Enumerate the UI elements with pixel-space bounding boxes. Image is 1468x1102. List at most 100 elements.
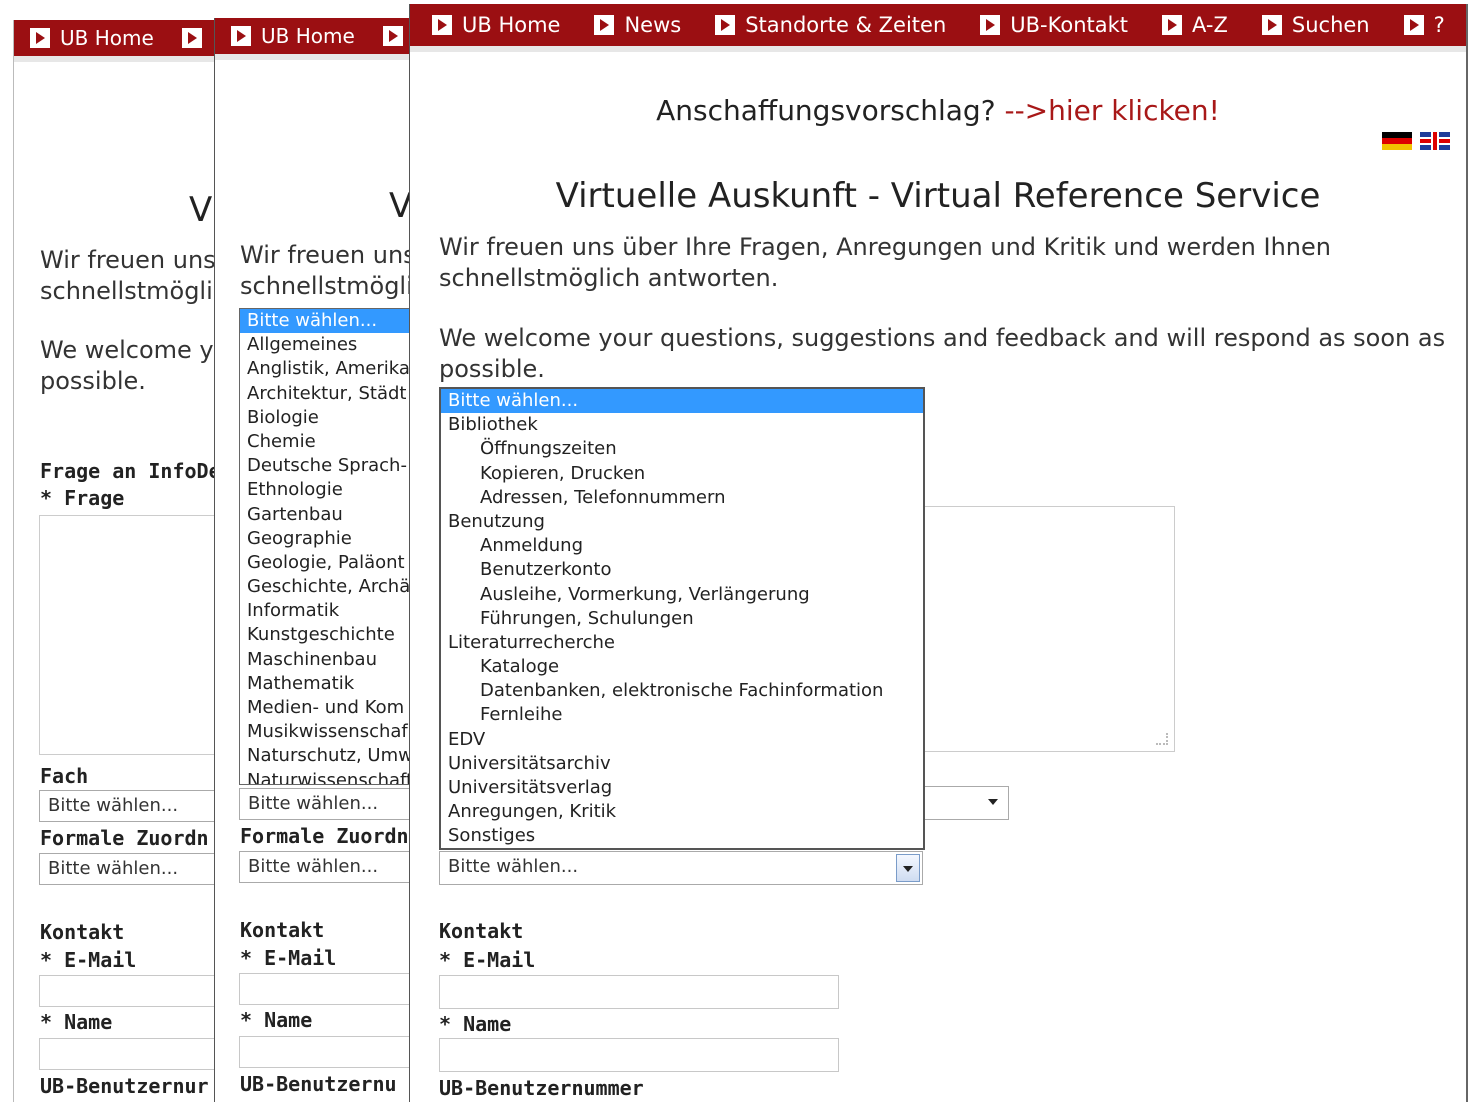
subject-option[interactable]: Kunstgeschichte xyxy=(240,623,412,647)
subject-option[interactable]: Mathematik xyxy=(240,672,412,696)
nav-news[interactable]: News xyxy=(572,4,693,46)
subject-option[interactable]: Geologie, Paläont xyxy=(240,551,412,575)
category-option[interactable]: Bibliothek xyxy=(441,413,923,437)
nav-contact[interactable]: UB-Kontakt xyxy=(958,4,1140,46)
category-option[interactable]: Datenbanken, elektronische Fachinformati… xyxy=(441,679,923,703)
subject-option[interactable]: Geschichte, Archä xyxy=(240,575,412,599)
subject-option[interactable]: Naturschutz, Umw xyxy=(240,744,412,768)
category-option[interactable]: Ausleihe, Vormerkung, Verlängerung xyxy=(441,583,923,607)
formal-select[interactable]: Bitte wählen... xyxy=(239,851,412,883)
category-option[interactable]: Öffnungszeiten xyxy=(441,437,923,461)
subject-option[interactable]: Maschinenbau xyxy=(240,648,412,672)
name-field[interactable] xyxy=(439,1038,839,1072)
nav-search-label: Suchen xyxy=(1291,13,1370,37)
email-label: * E-Mail xyxy=(439,948,536,972)
category-option[interactable]: Literaturrecherche xyxy=(441,631,923,655)
category-option[interactable]: Adressen, Telefonnummern xyxy=(441,486,923,510)
nav-arrow-icon xyxy=(231,26,251,46)
subject-option[interactable]: Chemie xyxy=(240,430,412,454)
nav-news[interactable] xyxy=(164,20,217,56)
intro-en: We welcome your questions, suggestions a… xyxy=(439,323,1445,385)
subject-option[interactable]: Geographie xyxy=(240,527,412,551)
acquisition-suggestion: Anschaffungsvorschlag? -->hier klicken! xyxy=(410,94,1466,127)
nav-bar: UB Home xyxy=(215,18,412,60)
subject-option[interactable]: Biologie xyxy=(240,406,412,430)
intro-en-line: We welcome your questions, suggestions a… xyxy=(439,324,1446,352)
category-option[interactable]: Kopieren, Drucken xyxy=(441,462,923,486)
page-title: Vi xyxy=(189,190,217,230)
subject-option[interactable]: Naturwissenschaft xyxy=(240,769,412,784)
category-option[interactable]: Universitätsarchiv xyxy=(441,752,923,776)
subject-select[interactable]: Bitte wählen... xyxy=(239,788,412,820)
email-field[interactable] xyxy=(239,973,412,1005)
contact-label: Kontakt xyxy=(40,920,125,944)
question-textarea[interactable] xyxy=(39,515,217,755)
category-option[interactable]: Kataloge xyxy=(441,655,923,679)
page-title: Virtuelle Auskunft - Virtual Reference S… xyxy=(555,176,1321,216)
category-option[interactable]: Anmeldung xyxy=(441,534,923,558)
nav-ub-home[interactable]: UB Home xyxy=(215,18,365,54)
subject-option[interactable]: Bitte wählen... xyxy=(240,309,412,334)
category-option[interactable]: Benutzung xyxy=(441,510,923,534)
subject-option[interactable]: Anglistik, Amerika xyxy=(240,357,412,381)
nav-ub-home[interactable]: UB Home xyxy=(410,4,572,46)
nav-locations[interactable]: Standorte & Zeiten xyxy=(693,4,958,46)
intro-de-line: Wir freuen uns xyxy=(40,246,216,274)
nav-help[interactable]: ? xyxy=(1382,4,1457,46)
email-field[interactable] xyxy=(439,975,839,1009)
subject-option[interactable]: Informatik xyxy=(240,599,412,623)
nav-arrow-icon xyxy=(980,15,1001,35)
nav-arrow-icon xyxy=(1162,15,1183,35)
nav-ub-home[interactable]: UB Home xyxy=(14,20,164,56)
subject-dropdown-list[interactable]: Bitte wählen... Allgemeines Anglistik, Ame… xyxy=(239,308,412,785)
nav-arrow-icon xyxy=(594,15,615,35)
nav-search[interactable]: Suchen xyxy=(1240,4,1382,46)
category-option[interactable]: Anregungen, Kritik xyxy=(441,800,923,824)
category-option[interactable]: Sonstiges xyxy=(441,824,923,848)
subject-select[interactable]: Bitte wählen... xyxy=(39,790,217,822)
subject-option[interactable]: Gartenbau xyxy=(240,503,412,527)
subject-option[interactable]: Ethnologie xyxy=(240,478,412,502)
category-option[interactable]: Bitte wählen... xyxy=(441,389,923,414)
nav-arrow-icon xyxy=(715,15,736,35)
subject-option[interactable]: Deutsche Sprach- xyxy=(240,454,412,478)
email-field[interactable] xyxy=(39,975,217,1007)
intro-en-line: possible. xyxy=(40,367,146,395)
flag-de-icon[interactable] xyxy=(1382,132,1412,150)
category-option[interactable]: EDV xyxy=(441,728,923,752)
intro-de: Wir freuen uns schnellstmöglic xyxy=(240,240,412,302)
subject-option[interactable]: Musikwissenschaf xyxy=(240,720,412,744)
email-label: * E-Mail xyxy=(240,946,337,970)
subject-option[interactable]: Medien- und Kom xyxy=(240,696,412,720)
category-option[interactable]: Fernleihe xyxy=(441,703,923,727)
nav-az[interactable]: A-Z xyxy=(1140,4,1240,46)
nav-arrow-icon xyxy=(30,28,50,48)
category-option[interactable]: Universitätsverlag xyxy=(441,776,923,800)
intro-de: Wir freuen uns schnellstmöglic xyxy=(40,245,217,307)
resize-grip-icon[interactable] xyxy=(1156,733,1168,745)
name-field[interactable] xyxy=(39,1038,217,1070)
intro-en-line: possible. xyxy=(439,355,545,383)
category-option[interactable]: Führungen, Schulungen xyxy=(441,607,923,631)
flag-uk-icon[interactable] xyxy=(1420,132,1450,150)
category-option[interactable]: Benutzerkonto xyxy=(441,558,923,582)
nav-news[interactable] xyxy=(365,18,412,54)
user-number-label: UB-Benutzernummer xyxy=(439,1076,644,1100)
subject-option[interactable]: Architektur, Städt xyxy=(240,382,412,406)
intro-de-line: Wir freuen uns über Ihre Fragen, Anregun… xyxy=(439,233,1331,261)
nav-ub-home-label: UB Home xyxy=(60,26,154,50)
chevron-down-icon[interactable] xyxy=(896,854,920,882)
email-label: * E-Mail xyxy=(40,948,137,972)
user-number-label: UB-Benutzernur xyxy=(40,1074,209,1098)
intro-en: We welcome yo possible. xyxy=(40,335,217,397)
formal-select[interactable]: Bitte wählen... xyxy=(39,853,217,885)
browser-window-middle: UB Home V Wir freuen uns schnellstmöglic… xyxy=(214,18,412,1102)
acquisition-suggestion-text: Anschaffungsvorschlag? xyxy=(656,94,1005,127)
name-label: * Name xyxy=(40,1010,113,1034)
subject-option[interactable]: Allgemeines xyxy=(240,333,412,357)
name-field[interactable] xyxy=(239,1036,412,1068)
category-dropdown-list[interactable]: Bitte wählen... Bibliothek Öffnungszeiten K… xyxy=(439,387,925,850)
acquisition-suggestion-link[interactable]: -->hier klicken! xyxy=(1004,94,1219,127)
category-select[interactable]: Bitte wählen... xyxy=(439,851,923,885)
nav-arrow-icon xyxy=(1261,15,1282,35)
